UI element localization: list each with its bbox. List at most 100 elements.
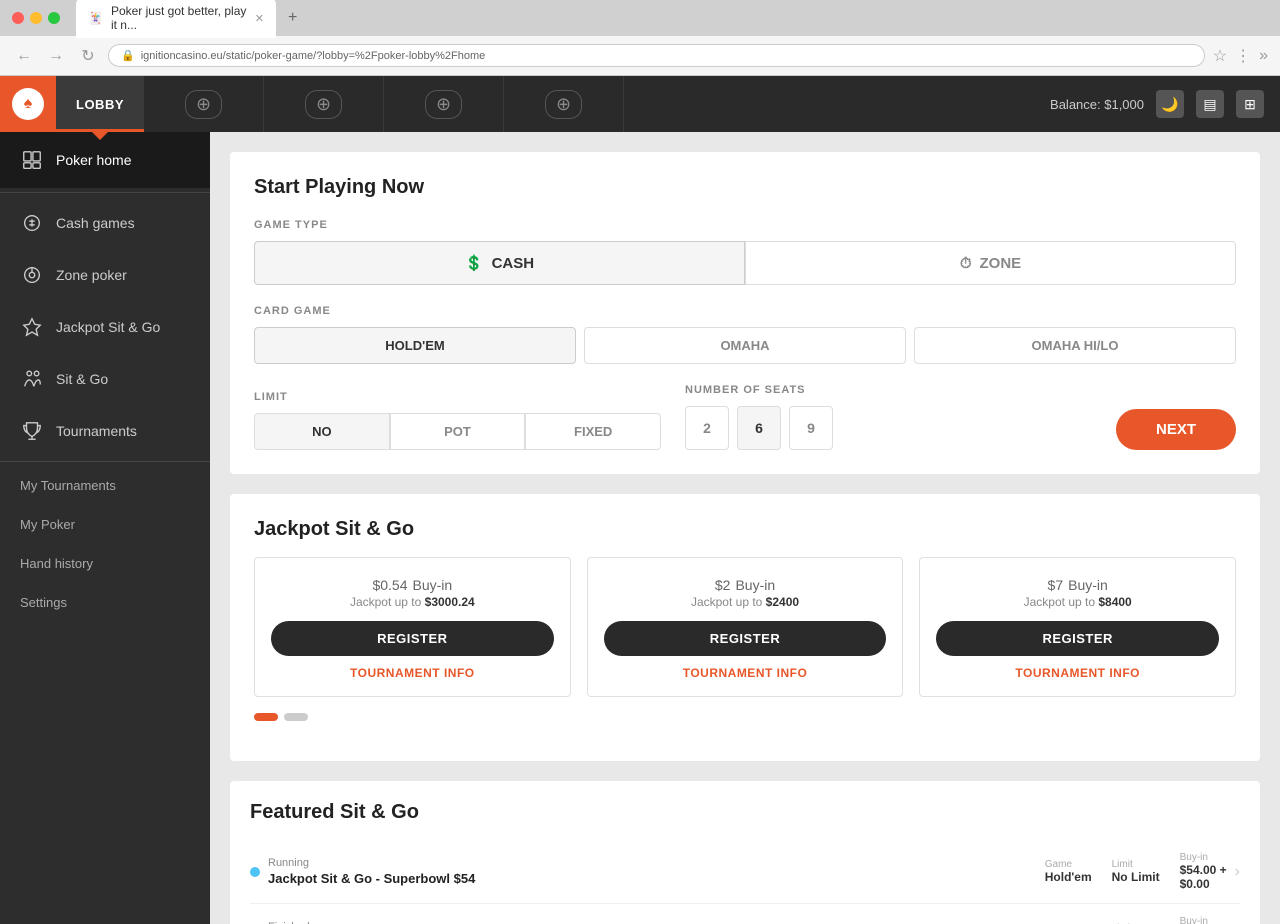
tournament-status-0: Running: [268, 857, 1045, 869]
sidebar-sub-my-tournaments[interactable]: My Tournaments: [0, 466, 210, 505]
sidebar-item-tournaments[interactable]: Tournaments: [0, 405, 210, 457]
new-tab-button[interactable]: +: [288, 9, 297, 27]
tab-favicon: 🃏: [88, 11, 103, 25]
register-button-0[interactable]: REGISTER: [271, 621, 554, 656]
more-icon[interactable]: ⋮: [1235, 46, 1251, 66]
jackpot-cards-container: $0.54 Buy-in Jackpot up to $3000.24 REGI…: [254, 557, 1236, 697]
tournament-info-link-0[interactable]: TOURNAMENT INFO: [271, 666, 554, 680]
game-type-buttons: 💲 CASH ⏱ ZONE: [254, 241, 1236, 285]
tab-slot-3[interactable]: ⊕: [384, 76, 504, 132]
jackpot-upto-2: Jackpot up to $8400: [936, 595, 1219, 609]
url-text: ignitioncasino.eu/static/poker-game/?lob…: [141, 50, 486, 62]
jackpot-amount-2: $7: [1048, 577, 1064, 593]
jackpot-upto-amount-0: $3000.24: [425, 595, 475, 609]
maximize-window-button[interactable]: [48, 12, 60, 24]
holdem-button[interactable]: HOLD'EM: [254, 327, 576, 364]
zone-poker-icon: [20, 263, 44, 287]
jackpot-card: Jackpot Sit & Go $0.54 Buy-in Jackpot up…: [230, 494, 1260, 761]
sidebar-sub-my-poker[interactable]: My Poker: [0, 505, 210, 544]
jackpot-buyin-label-0: Buy-in: [413, 577, 453, 593]
featured-card: Featured Sit & Go Running Jackpot Sit & …: [230, 781, 1260, 924]
zone-button[interactable]: ⏱ ZONE: [745, 241, 1236, 285]
register-button-2[interactable]: REGISTER: [936, 621, 1219, 656]
buyin-meta-0: Buy-in $54.00 +$0.00: [1180, 852, 1227, 891]
seat-2-button[interactable]: 2: [685, 406, 729, 450]
jackpot-pagination: [254, 713, 1236, 721]
tab-slot-4[interactable]: ⊕: [504, 76, 624, 132]
poker-home-icon: [20, 148, 44, 172]
logo-area[interactable]: ♠: [0, 76, 56, 132]
jackpot-amount-1: $2: [715, 577, 731, 593]
register-button-1[interactable]: REGISTER: [604, 621, 887, 656]
no-limit-button[interactable]: NO: [254, 413, 390, 450]
star-icon[interactable]: ☆: [1213, 46, 1227, 66]
jackpot-upto-1: Jackpot up to $2400: [604, 595, 887, 609]
balance-display: Balance: $1,000: [1050, 97, 1144, 112]
next-button[interactable]: NEXT: [1116, 409, 1236, 450]
tournament-info-left-0: Running Jackpot Sit & Go - Superbowl $54: [268, 857, 1045, 886]
poker-home-label: Poker home: [56, 152, 131, 168]
zone-label: ZONE: [980, 255, 1022, 272]
browser-nav: ← → ↻ 🔒 ignitioncasino.eu/static/poker-g…: [0, 36, 1280, 76]
sidebar-item-sit-go[interactable]: Sit & Go: [0, 353, 210, 405]
game-value-0: Hold'em: [1045, 870, 1092, 884]
jackpot-title: Jackpot Sit & Go: [254, 518, 1236, 541]
featured-title: Featured Sit & Go: [250, 801, 1240, 824]
close-window-button[interactable]: [12, 12, 24, 24]
grid-icon[interactable]: ⊞: [1236, 90, 1264, 118]
table-row[interactable]: Running Jackpot Sit & Go - Superbowl $54…: [250, 840, 1240, 904]
sidebar-item-poker-home[interactable]: Poker home: [0, 132, 210, 188]
tab-title: Poker just got better, play it n...: [111, 4, 247, 32]
logo: ♠: [12, 88, 44, 120]
cash-icon: 💲: [465, 254, 484, 272]
sidebar-item-jackpot[interactable]: Jackpot Sit & Go: [0, 301, 210, 353]
buyin-label-1: Buy-in: [1180, 916, 1208, 924]
fixed-limit-button[interactable]: FIXED: [525, 413, 661, 450]
tab-slot-1[interactable]: ⊕: [144, 76, 264, 132]
limit-group: LIMIT NO POT FIXED: [254, 391, 661, 450]
sidebar-divider-1: [0, 192, 210, 193]
lobby-tab[interactable]: LOBBY: [56, 76, 144, 132]
reload-button[interactable]: ↻: [76, 46, 100, 66]
cash-button[interactable]: 💲 CASH: [254, 241, 745, 285]
tab-close-icon[interactable]: ✕: [255, 12, 264, 25]
row-arrow-0: ›: [1235, 863, 1240, 881]
minimize-window-button[interactable]: [30, 12, 42, 24]
pot-limit-button[interactable]: POT: [390, 413, 526, 450]
game-label-0: Game: [1045, 859, 1072, 870]
hand-history-label: Hand history: [20, 556, 93, 571]
title-bar: 🃏 Poker just got better, play it n... ✕ …: [0, 0, 1280, 36]
address-bar[interactable]: 🔒 ignitioncasino.eu/static/poker-game/?l…: [108, 44, 1205, 67]
jackpot-buyin-0: $0.54 Buy-in: [271, 574, 554, 595]
back-button[interactable]: ←: [12, 47, 36, 65]
tournaments-label: Tournaments: [56, 423, 137, 439]
app-header: ♠ LOBBY ⊕ ⊕ ⊕ ⊕ Balance: $1,000 🌙 ▤ ⊞: [0, 76, 1280, 132]
seats-group: NUMBER OF SEATS 2 6 9: [685, 384, 1092, 450]
sidebar-sub-settings[interactable]: Settings: [0, 583, 210, 622]
omaha-button[interactable]: OMAHA: [584, 327, 906, 364]
extend-icon[interactable]: »: [1259, 47, 1268, 65]
pagination-dot-1[interactable]: [284, 713, 308, 721]
omaha-hilo-button[interactable]: OMAHA HI/LO: [914, 327, 1236, 364]
forward-button[interactable]: →: [44, 47, 68, 65]
tournament-info-link-1[interactable]: TOURNAMENT INFO: [604, 666, 887, 680]
sidebar-item-cash-games[interactable]: Cash games: [0, 197, 210, 249]
limit-label-0: Limit: [1112, 859, 1133, 870]
seat-9-button[interactable]: 9: [789, 406, 833, 450]
jackpot-card-0: $0.54 Buy-in Jackpot up to $3000.24 REGI…: [254, 557, 571, 697]
sidebar-item-zone-poker[interactable]: Zone poker: [0, 249, 210, 301]
settings-label: Settings: [20, 595, 67, 610]
layout-icon[interactable]: ▤: [1196, 90, 1224, 118]
sidebar-sub-hand-history[interactable]: Hand history: [0, 544, 210, 583]
pagination-dot-0[interactable]: [254, 713, 278, 721]
tournament-meta-1: Game Hold'em Limit No Limit Buy-in $54.0…: [1045, 916, 1227, 924]
sit-go-label: Sit & Go: [56, 371, 108, 387]
table-row[interactable]: Finished Jackpot Sit & Go - Superbowl $5…: [250, 904, 1240, 924]
browser-tab[interactable]: 🃏 Poker just got better, play it n... ✕: [76, 0, 276, 38]
header-right: Balance: $1,000 🌙 ▤ ⊞: [1050, 90, 1280, 118]
jackpot-card-1: $2 Buy-in Jackpot up to $2400 REGISTER T…: [587, 557, 904, 697]
tab-slot-2[interactable]: ⊕: [264, 76, 384, 132]
moon-icon[interactable]: 🌙: [1156, 90, 1184, 118]
seat-6-button[interactable]: 6: [737, 406, 781, 450]
tournament-info-link-2[interactable]: TOURNAMENT INFO: [936, 666, 1219, 680]
